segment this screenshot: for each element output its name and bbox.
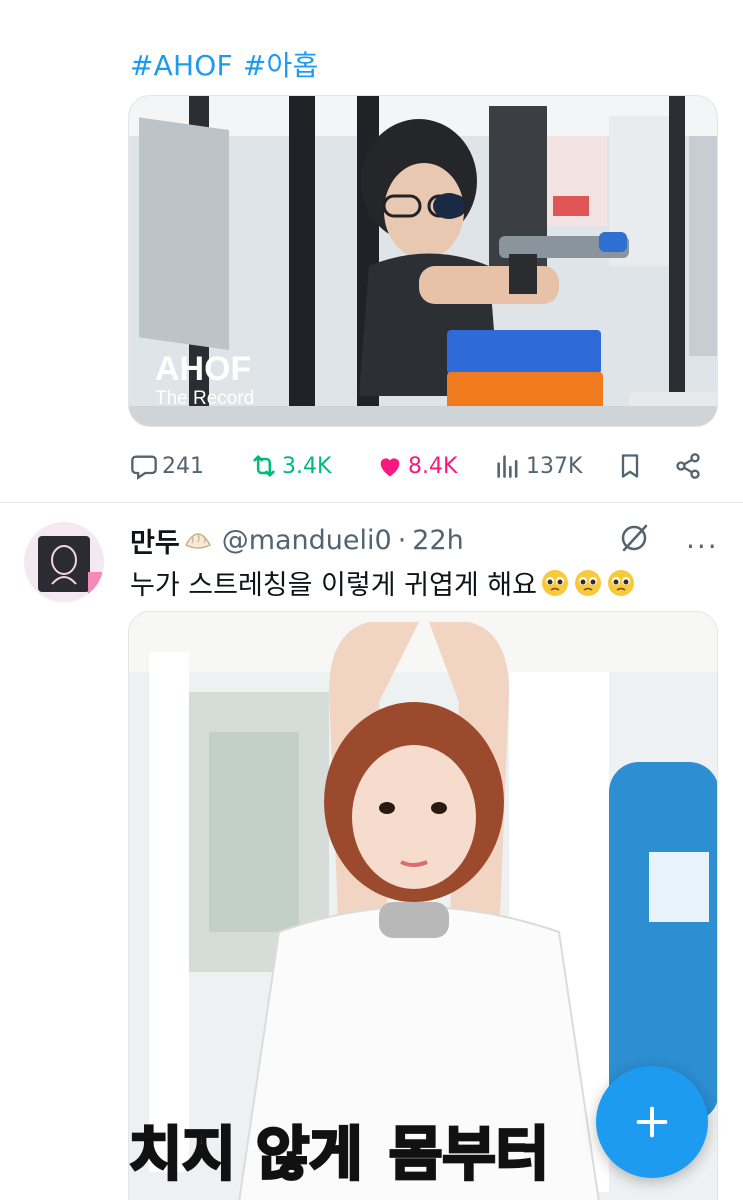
pleading-face-emoji-icon xyxy=(574,569,601,596)
reply-button[interactable]: 241 xyxy=(130,450,204,482)
repost-count: 3.4K xyxy=(282,453,332,479)
dumpling-emoji-icon xyxy=(184,533,211,549)
grok-icon[interactable] xyxy=(616,520,652,556)
bookmark-icon xyxy=(621,454,639,478)
views-button[interactable]: 137K xyxy=(494,450,582,482)
pleading-face-emoji-icon xyxy=(607,569,634,596)
repost-button[interactable]: 3.4K xyxy=(250,450,331,482)
post-body: 누가 스트레칭을 이렇게 귀엽게 해요 xyxy=(130,570,537,601)
pleading-face-emoji-icon xyxy=(541,569,568,596)
post-divider xyxy=(0,502,743,503)
media-caption-white: 치지 않게 xyxy=(129,1120,363,1188)
like-count: 8.4K xyxy=(408,453,458,479)
avatar-image xyxy=(24,522,104,602)
media-logo-subtext: The Record xyxy=(155,388,254,409)
post-header: 만두 @mandueli0 · 22h xyxy=(130,521,464,560)
post-text: 누가 스트레칭을 이렇게 귀엽게 해요 xyxy=(130,563,636,602)
views-icon xyxy=(497,455,518,478)
compose-plus-icon xyxy=(636,1106,668,1138)
meta-separator: · xyxy=(397,524,407,556)
share-icon xyxy=(676,453,700,479)
reply-count: 241 xyxy=(162,453,204,479)
post-media-image[interactable]: AHOF The Record xyxy=(128,95,718,427)
hashtags: #AHOF #아홉 xyxy=(130,44,328,84)
like-icon xyxy=(380,458,400,477)
media-caption-pink: 몸부터 xyxy=(389,1120,549,1188)
hashtag-link[interactable]: #아홉 xyxy=(243,49,319,82)
avatar[interactable] xyxy=(24,522,104,602)
like-button[interactable]: 8.4K xyxy=(376,450,457,482)
author-handle[interactable]: @mandueli0 xyxy=(222,525,392,556)
media-logo-text: AHOF xyxy=(155,350,251,388)
more-icon[interactable]: ··· xyxy=(686,530,719,563)
bookmark-button[interactable] xyxy=(616,450,648,482)
compose-post-button[interactable] xyxy=(596,1066,708,1178)
shooting-scene-illustration: AHOF The Record xyxy=(129,96,717,426)
author-name[interactable]: 만두 xyxy=(130,521,180,560)
post-timestamp[interactable]: 22h xyxy=(412,525,463,556)
repost-icon xyxy=(253,455,275,477)
post-action-bar: 241 3.4K 8.4K 137K xyxy=(130,450,710,482)
share-button[interactable] xyxy=(674,450,706,482)
reply-icon xyxy=(131,455,157,480)
views-count: 137K xyxy=(526,453,583,479)
hashtag-link[interactable]: #AHOF xyxy=(130,49,233,82)
